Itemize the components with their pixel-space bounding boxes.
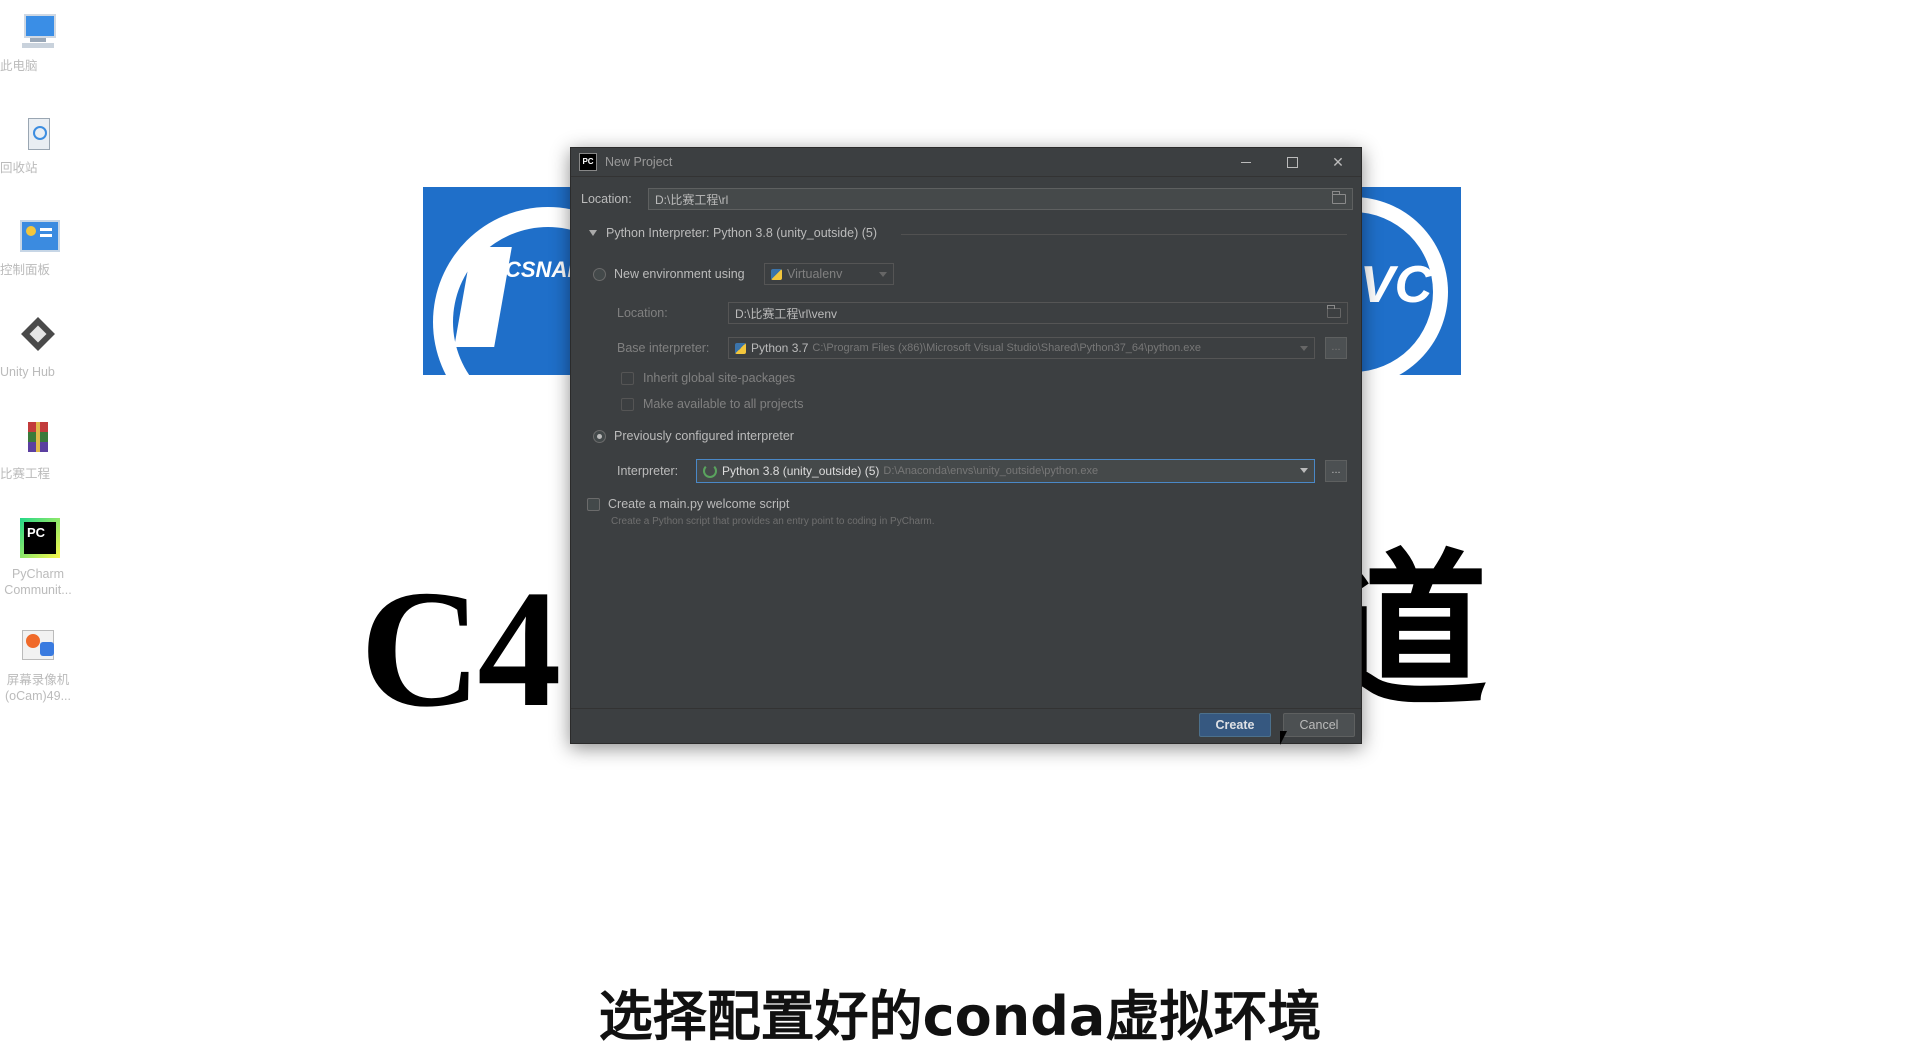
dialog-titlebar[interactable]: PC New Project ✕ xyxy=(571,148,1361,177)
computer-icon xyxy=(16,10,60,54)
base-interpreter-path: C:\Program Files (x86)\Microsoft Visual … xyxy=(812,342,1202,354)
base-interpreter-browse-button[interactable]: ... xyxy=(1325,337,1347,359)
welcome-script-label: Create a main.py welcome script xyxy=(608,497,790,511)
previously-configured-radio[interactable] xyxy=(593,430,606,443)
inherit-packages-checkbox[interactable] xyxy=(621,372,634,385)
environment-tool-value: Virtualenv xyxy=(787,267,843,281)
maximize-button[interactable] xyxy=(1269,148,1315,176)
chevron-down-icon xyxy=(1300,468,1308,473)
interpreter-label: Interpreter: xyxy=(617,464,679,478)
minimize-button[interactable] xyxy=(1223,148,1269,176)
desktop-icon-project-folder[interactable]: 比赛工程 xyxy=(0,418,76,481)
pycharm-icon: PC xyxy=(579,153,597,171)
section-divider xyxy=(901,234,1347,235)
base-interpreter-select[interactable]: Python 3.7 C:\Program Files (x86)\Micros… xyxy=(728,337,1315,359)
ocam-icon xyxy=(16,624,60,668)
competition-logo-right: VC xyxy=(1348,187,1461,375)
recycle-bin-icon xyxy=(16,112,60,156)
location-label: Location: xyxy=(581,192,632,206)
location-field[interactable]: D:\比赛工程\rl xyxy=(648,188,1353,210)
interpreter-path: D:\Anaconda\envs\unity_outside\python.ex… xyxy=(883,465,1099,477)
desktop-icon-ocam[interactable]: 屏幕录像机 (oCam)49... xyxy=(0,624,76,703)
create-button[interactable]: Create xyxy=(1199,713,1271,737)
folder-icon[interactable] xyxy=(1327,305,1341,318)
close-button[interactable]: ✕ xyxy=(1315,148,1361,176)
desktop-icon-label: 屏幕录像机 (oCam)49... xyxy=(5,673,71,703)
desktop-icon-label: Unity Hub xyxy=(0,365,55,379)
desktop-icon-label: 比赛工程 xyxy=(0,467,51,481)
desktop-icon-label: 控制面板 xyxy=(0,263,51,277)
new-environment-radio[interactable] xyxy=(593,268,606,281)
chevron-down-icon xyxy=(1300,346,1308,351)
venv-location-label: Location: xyxy=(617,306,668,320)
location-value: D:\比赛工程\rl xyxy=(655,192,729,207)
loading-spinner-icon xyxy=(703,464,717,478)
venv-location-field[interactable]: D:\比赛工程\rl\venv xyxy=(728,302,1348,324)
desktop-icon-control-panel[interactable]: 控制面板 xyxy=(0,214,76,277)
new-environment-label: New environment using xyxy=(614,267,745,281)
footer-divider xyxy=(571,708,1361,709)
interpreter-name: Python 3.8 (unity_outside) (5) xyxy=(722,464,880,478)
slide-heading-left: C4 xyxy=(360,556,561,742)
interpreter-select[interactable]: Python 3.8 (unity_outside) (5) D:\Anacon… xyxy=(696,459,1315,483)
dialog-title: New Project xyxy=(605,155,673,169)
unity-hub-icon xyxy=(16,316,60,360)
interpreter-section-title: Python Interpreter: Python 3.8 (unity_ou… xyxy=(606,226,877,240)
control-panel-icon xyxy=(16,214,60,258)
make-available-label: Make available to all projects xyxy=(643,397,804,411)
python-icon xyxy=(771,268,782,280)
welcome-script-hint: Create a Python script that provides an … xyxy=(611,516,935,527)
close-icon: ✕ xyxy=(1332,153,1344,170)
previously-configured-label: Previously configured interpreter xyxy=(614,429,794,443)
new-project-dialog: PC New Project ✕ Location: D:\比赛工程\rl Py… xyxy=(570,147,1362,744)
desktop-icon-label: 回收站 xyxy=(0,161,38,175)
make-available-checkbox[interactable] xyxy=(621,398,634,411)
environment-tool-select[interactable]: Virtualenv xyxy=(764,263,894,285)
desktop-icon-unity-hub[interactable]: Unity Hub xyxy=(0,316,76,379)
mouse-cursor-icon xyxy=(1280,731,1294,745)
folder-icon[interactable] xyxy=(1332,191,1346,204)
base-interpreter-name: Python 3.7 xyxy=(751,341,809,355)
welcome-script-checkbox[interactable] xyxy=(587,498,600,511)
logo-right-text: VC xyxy=(1360,256,1433,314)
winrar-folder-icon xyxy=(16,418,60,462)
interpreter-section-header[interactable]: Python Interpreter: Python 3.8 (unity_ou… xyxy=(589,226,877,240)
chevron-down-icon xyxy=(589,230,597,236)
desktop-icon-pycharm[interactable]: PC PyCharm Communit... xyxy=(0,518,76,597)
venv-location-value: D:\比赛工程\rl\venv xyxy=(735,306,838,321)
desktop-icon-label: PyCharm Communit... xyxy=(4,567,72,597)
desktop-icon-recycle-bin[interactable]: 回收站 xyxy=(0,112,76,175)
minimize-icon xyxy=(1241,161,1251,163)
base-interpreter-label: Base interpreter: xyxy=(617,341,710,355)
python-icon xyxy=(735,342,746,354)
desktop-icon-label: 此电脑 xyxy=(0,59,38,73)
interpreter-browse-button[interactable]: ... xyxy=(1325,460,1347,482)
maximize-icon xyxy=(1286,156,1298,168)
desktop-icon-this-pc[interactable]: 此电脑 xyxy=(0,10,76,73)
chevron-down-icon xyxy=(879,272,887,277)
video-subtitle: 选择配置好的conda虚拟环境 xyxy=(598,985,1322,1048)
inherit-packages-label: Inherit global site-packages xyxy=(643,371,796,385)
pycharm-icon: PC xyxy=(16,518,60,562)
